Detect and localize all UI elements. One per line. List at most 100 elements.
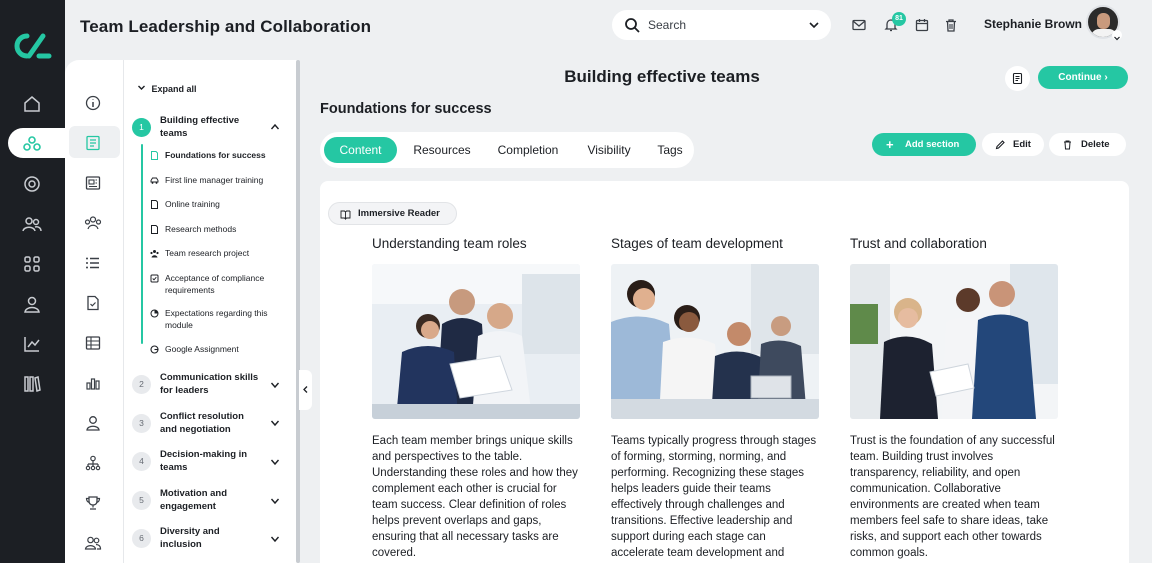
expand-all-label: Expand all <box>151 84 197 94</box>
chevron-down-icon[interactable] <box>270 380 280 390</box>
module-title-2[interactable]: Communication skills for leaders <box>160 372 260 397</box>
trust-collaboration-image <box>850 264 1058 419</box>
grid-icon[interactable] <box>22 254 42 274</box>
app-logo[interactable] <box>13 32 53 60</box>
chart-icon[interactable] <box>84 374 102 392</box>
trash-icon <box>1064 140 1071 150</box>
immersive-reader-label: Immersive Reader <box>358 208 440 219</box>
page-icon <box>151 225 158 234</box>
chevron-right-icon: › <box>1104 72 1108 83</box>
add-section-label: Add section <box>905 139 960 150</box>
table-icon[interactable] <box>84 334 102 352</box>
document-icon <box>1012 72 1023 85</box>
module-title-1[interactable]: Building effective teams <box>160 115 260 140</box>
module-title-3[interactable]: Conflict resolution and negotiation <box>160 411 260 436</box>
module-tools-column <box>65 60 123 563</box>
team-roles-image <box>372 264 580 419</box>
app-title: Team Leadership and Collaboration <box>80 17 372 36</box>
add-section-button[interactable]: + Add section <box>872 133 976 156</box>
chevron-down-icon[interactable] <box>270 457 280 467</box>
chevron-down-icon[interactable] <box>1112 30 1122 41</box>
section-title: Foundations for success <box>320 101 492 117</box>
chevron-left-icon <box>303 386 308 393</box>
book-open-icon <box>340 210 351 220</box>
home-icon[interactable] <box>22 94 42 114</box>
module-number: 2 <box>132 375 151 394</box>
expand-all-button[interactable]: Expand all <box>137 83 197 94</box>
user-icon[interactable] <box>22 294 42 314</box>
page-icon <box>151 200 158 209</box>
team-icon <box>150 250 159 258</box>
tab-resources[interactable]: Resources <box>406 137 478 163</box>
user-name[interactable]: Stephanie Brown <box>984 17 1082 31</box>
library-icon[interactable] <box>22 374 42 394</box>
modules-icon[interactable] <box>22 134 42 154</box>
chevron-down-icon[interactable] <box>270 496 280 506</box>
lesson-label: Expectations regarding this module <box>165 308 268 330</box>
trophy-icon[interactable] <box>84 494 102 512</box>
module-title-5[interactable]: Motivation and engagement <box>160 488 260 513</box>
chevron-down-icon[interactable] <box>807 18 821 32</box>
trash-icon[interactable] <box>943 17 959 33</box>
column-body: Trust is the foundation of any successfu… <box>850 435 1055 559</box>
list-icon[interactable] <box>84 254 102 272</box>
edit-button[interactable]: Edit <box>982 133 1044 156</box>
module-title-4[interactable]: Decision-making in teams <box>160 449 260 474</box>
lesson-label: Online training <box>165 199 220 209</box>
calendar-icon[interactable] <box>914 17 930 33</box>
people-icon[interactable] <box>22 214 42 234</box>
tab-visibility[interactable]: Visibility <box>578 137 640 163</box>
tab-content[interactable]: Content <box>324 137 397 163</box>
column-body: Each team member brings unique skills an… <box>372 435 578 559</box>
module-number: 5 <box>132 491 151 510</box>
continue-button[interactable]: Continue › <box>1038 66 1128 89</box>
analytics-icon[interactable] <box>22 334 42 354</box>
outline-scrollbar[interactable] <box>296 60 300 563</box>
team-icon[interactable] <box>84 214 102 232</box>
chevron-down-icon[interactable] <box>270 534 280 544</box>
module-number: 6 <box>132 529 151 548</box>
column-title: Stages of team development <box>611 236 783 251</box>
module-number: 4 <box>132 452 151 471</box>
info-icon[interactable] <box>84 94 102 112</box>
tab-completion[interactable]: Completion <box>488 137 568 163</box>
module-progress-line <box>141 144 143 344</box>
module-number: 3 <box>132 414 151 433</box>
column-body: Teams typically progress through stages … <box>611 435 817 559</box>
chevron-up-icon[interactable] <box>270 122 280 132</box>
hierarchy-icon[interactable] <box>84 454 102 472</box>
person-icon[interactable] <box>84 414 102 432</box>
module-number: 1 <box>132 118 151 137</box>
plus-icon: + <box>886 137 894 152</box>
lesson-label: Team research project <box>165 248 250 258</box>
course-outline: Expand all 1 Building effective teams Fo… <box>123 60 298 563</box>
book-icon[interactable] <box>84 134 102 152</box>
collapse-outline-button[interactable] <box>299 370 312 410</box>
google-icon <box>150 345 159 354</box>
search-input[interactable]: Search <box>612 10 831 40</box>
team-development-image <box>611 264 819 419</box>
page-title: Building effective teams <box>564 67 760 86</box>
search-placeholder: Search <box>648 18 687 32</box>
module-title-6[interactable]: Diversity and inclusion <box>160 526 260 551</box>
delete-button[interactable]: Delete <box>1049 133 1126 156</box>
lesson-label: First line manager training <box>165 175 264 185</box>
content-tabs: Content Resources Completion Visibility … <box>320 132 694 168</box>
mail-icon[interactable] <box>851 17 867 33</box>
pie-icon <box>150 309 159 318</box>
pencil-icon <box>995 140 1005 150</box>
chevron-down-icon <box>137 83 149 94</box>
target-icon[interactable] <box>22 174 42 194</box>
document-icon[interactable] <box>84 294 102 312</box>
tab-tags[interactable]: Tags <box>650 137 690 163</box>
delete-label: Delete <box>1081 139 1110 150</box>
edit-label: Edit <box>1013 139 1031 150</box>
top-bar: Team Leadership and Collaboration Search… <box>65 0 1152 60</box>
column-title: Trust and collaboration <box>850 236 987 251</box>
newspaper-icon[interactable] <box>84 174 102 192</box>
car-icon <box>150 177 159 184</box>
immersive-reader-button[interactable]: Immersive Reader <box>328 202 457 225</box>
notes-button[interactable] <box>1005 66 1030 91</box>
group-icon[interactable] <box>84 534 102 552</box>
chevron-down-icon[interactable] <box>270 418 280 428</box>
